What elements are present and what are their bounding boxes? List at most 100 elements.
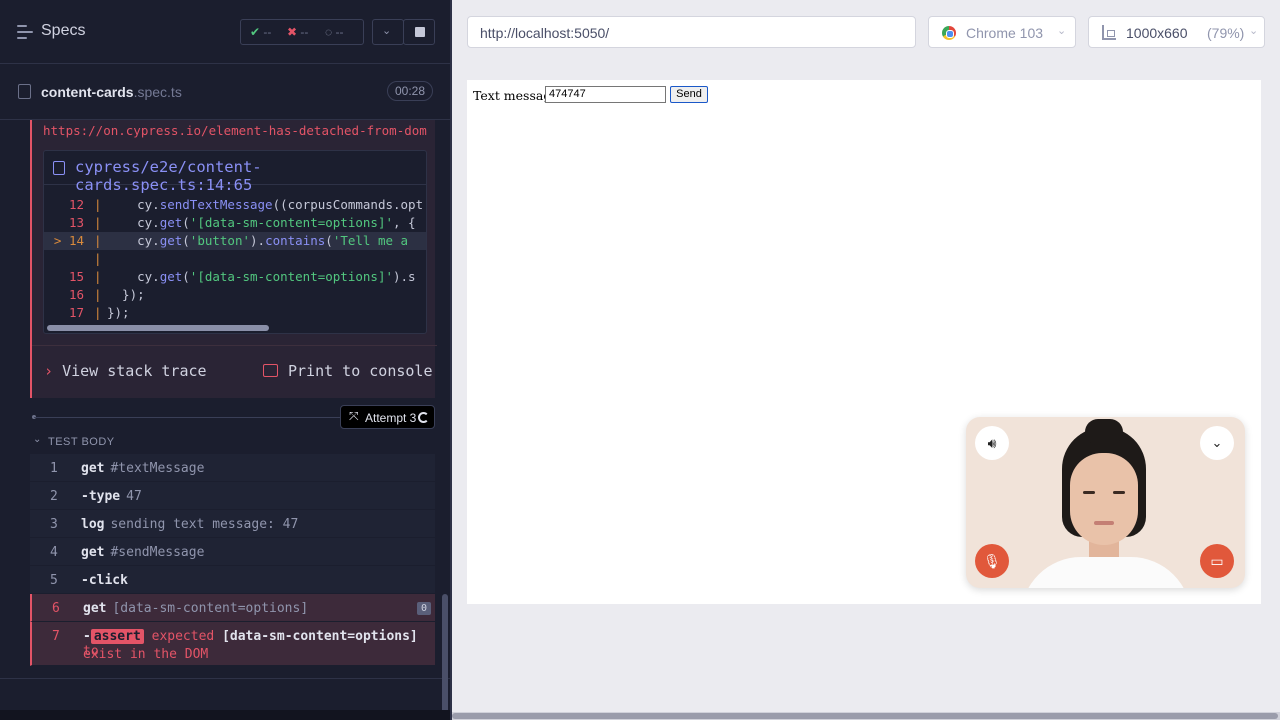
command-name: log sending text message: 47 <box>81 517 299 532</box>
command-row[interactable]: 3 log sending text message: 47 <box>30 510 435 538</box>
chrome-icon <box>942 26 956 40</box>
chevron-down-icon: ⌄ <box>382 25 392 37</box>
reporter-scrollbar[interactable] <box>442 594 448 716</box>
chevron-down-icon: ⌄ <box>1249 25 1259 37</box>
command-number: 6 <box>52 601 60 616</box>
specs-title[interactable]: Specs <box>41 22 85 40</box>
code-line: 17 |}); <box>44 304 426 322</box>
line-number: > 14 <box>53 233 84 248</box>
code-frame-path[interactable]: cypress/e2e/content-cards.spec.ts:14:65 <box>75 158 426 194</box>
speaker-button[interactable]: 🔊︎ <box>975 426 1009 460</box>
code-text: cy.sendTextMessage((corpusCommands.opt <box>107 197 424 212</box>
command-arg: [data-sm-content=options] <box>112 601 309 616</box>
command-number: 5 <box>50 573 58 588</box>
line-number: 17 <box>68 305 84 320</box>
specs-list-icon[interactable] <box>17 25 33 39</box>
spec-header: content-cards.spec.ts 00:28 <box>0 64 450 120</box>
url-bar[interactable]: http://localhost:5050/ <box>467 16 916 48</box>
reporter-panel: Specs ✔ -- ✖ -- ◌ -- ⌄ content-cards.spe… <box>0 0 450 720</box>
viewport-selector[interactable]: 1000x660 (79%) ⌄ <box>1088 16 1265 48</box>
error-docs-link[interactable]: https://on.cypress.io/element-has-detach… <box>43 123 427 138</box>
avatar-face <box>1070 453 1138 545</box>
bottom-strip <box>0 710 450 720</box>
command-name: get #textMessage <box>81 461 205 476</box>
file-icon <box>53 161 65 175</box>
command-row[interactable]: 7 - assert expected [data-sm-content=optio… <box>30 622 435 666</box>
gutter-pipe: | <box>94 305 102 320</box>
spinner-icon <box>418 412 429 423</box>
code-text: cy.get('[data-sm-content=options]', { <box>107 215 416 230</box>
spec-duration: 00:28 <box>387 81 433 101</box>
attempt-badge[interactable]: ⤧ Attempt 3 <box>340 405 435 429</box>
chevron-down-icon: ⌄ <box>1057 25 1067 37</box>
command-row[interactable]: 5 -click <box>30 566 435 594</box>
view-stack-trace-button[interactable]: › View stack trace <box>44 362 207 380</box>
code-line: 12 | cy.sendTextMessage((corpusCommands.o… <box>44 196 426 214</box>
pending-icon: ◌ <box>325 25 333 39</box>
command-row[interactable]: 4 get #sendMessage <box>30 538 435 566</box>
aut-panel: http://localhost:5050/ Chrome 103 ⌄ 1000… <box>452 0 1280 720</box>
chevron-down-icon: ⌄ <box>1211 435 1223 450</box>
camera-toggle-button[interactable]: ▭ <box>1200 544 1234 578</box>
avatar-eye <box>1083 491 1095 494</box>
command-arg: #textMessage <box>110 461 205 476</box>
test-body-header[interactable]: ⌄ TEST BODY <box>30 431 435 453</box>
horizontal-scrollbar[interactable] <box>452 712 1280 720</box>
command-row[interactable]: 2 -type 47 <box>30 482 435 510</box>
command-number: 4 <box>50 545 58 560</box>
command-name: get [data-sm-content=options] <box>83 601 309 616</box>
command-name: -click <box>81 573 128 588</box>
command-name: get #sendMessage <box>81 545 205 560</box>
browser-selector[interactable]: Chrome 103 ⌄ <box>928 16 1076 48</box>
divider <box>0 678 450 679</box>
chevron-right-icon: › <box>44 362 54 380</box>
code-line: 15 | cy.get('[data-sm-content=options]').… <box>44 268 426 286</box>
failed-stat: ✖ -- <box>287 25 309 39</box>
pending-stat: ◌ -- <box>325 25 344 39</box>
command-row[interactable]: 6 get [data-sm-content=options] 0 <box>30 594 435 622</box>
code-line: | <box>44 250 426 268</box>
options-dropdown-button[interactable]: ⌄ <box>372 19 404 45</box>
chevron-down-icon: ⌄ <box>33 434 42 445</box>
app-viewport: Text message 474747 Send 🔊︎ ⌄ 🎙︎ ▭ <box>467 80 1261 604</box>
text-message-input[interactable]: 474747 <box>545 86 666 103</box>
command-number: 2 <box>50 489 58 504</box>
attempt-divider <box>34 417 340 418</box>
command-row[interactable]: 1 get #textMessage <box>30 454 435 482</box>
gutter-pipe: | <box>94 269 102 284</box>
send-button[interactable]: Send <box>670 86 708 103</box>
gutter-pipe: | <box>94 197 102 212</box>
assert-message-line2: exist in the DOM <box>83 647 209 662</box>
console-icon <box>263 364 278 377</box>
camera-off-icon: ▭ <box>1210 553 1224 569</box>
command-arg: 47 <box>126 489 142 504</box>
code-scrollbar[interactable] <box>47 325 269 331</box>
line-number: 16 <box>68 287 84 302</box>
mic-toggle-button[interactable]: 🎙︎ <box>975 544 1009 578</box>
speaker-icon: 🔊︎ <box>987 435 997 451</box>
print-to-console-button[interactable]: Print to console <box>263 362 433 380</box>
command-number: 1 <box>50 461 58 476</box>
line-number: 13 <box>68 215 84 230</box>
code-frame-file[interactable]: cypress/e2e/content-cards.spec.ts:14:65 <box>44 151 426 194</box>
file-icon <box>18 84 31 99</box>
code-text: }); <box>107 305 130 320</box>
code-text: }); <box>107 287 145 302</box>
reporter-header: Specs ✔ -- ✖ -- ◌ -- ⌄ <box>0 0 450 64</box>
spec-name[interactable]: content-cards.spec.ts <box>41 84 182 100</box>
stop-button[interactable] <box>403 19 435 45</box>
code-line: 13 | cy.get('[data-sm-content=options]', … <box>44 214 426 232</box>
error-panel: https://on.cypress.io/element-has-detach… <box>30 120 437 398</box>
scrollbar-thumb[interactable] <box>452 713 1278 719</box>
avatar-eye <box>1113 491 1125 494</box>
minimize-button[interactable]: ⌄ <box>1200 426 1234 460</box>
command-arg: #sendMessage <box>110 545 205 560</box>
error-actions: › View stack trace Print to console <box>32 345 437 395</box>
run-stats: ✔ -- ✖ -- ◌ -- <box>240 19 364 45</box>
code-line: > 14 | cy.get('button').contains('Tell me… <box>44 232 426 250</box>
mic-off-icon: 🎙︎ <box>983 553 1001 569</box>
command-arg: sending text message: 47 <box>110 517 299 532</box>
command-name: - assert expected [data-sm-content=option… <box>83 629 418 662</box>
line-number: 15 <box>68 269 84 284</box>
code-line: 16 | }); <box>44 286 426 304</box>
